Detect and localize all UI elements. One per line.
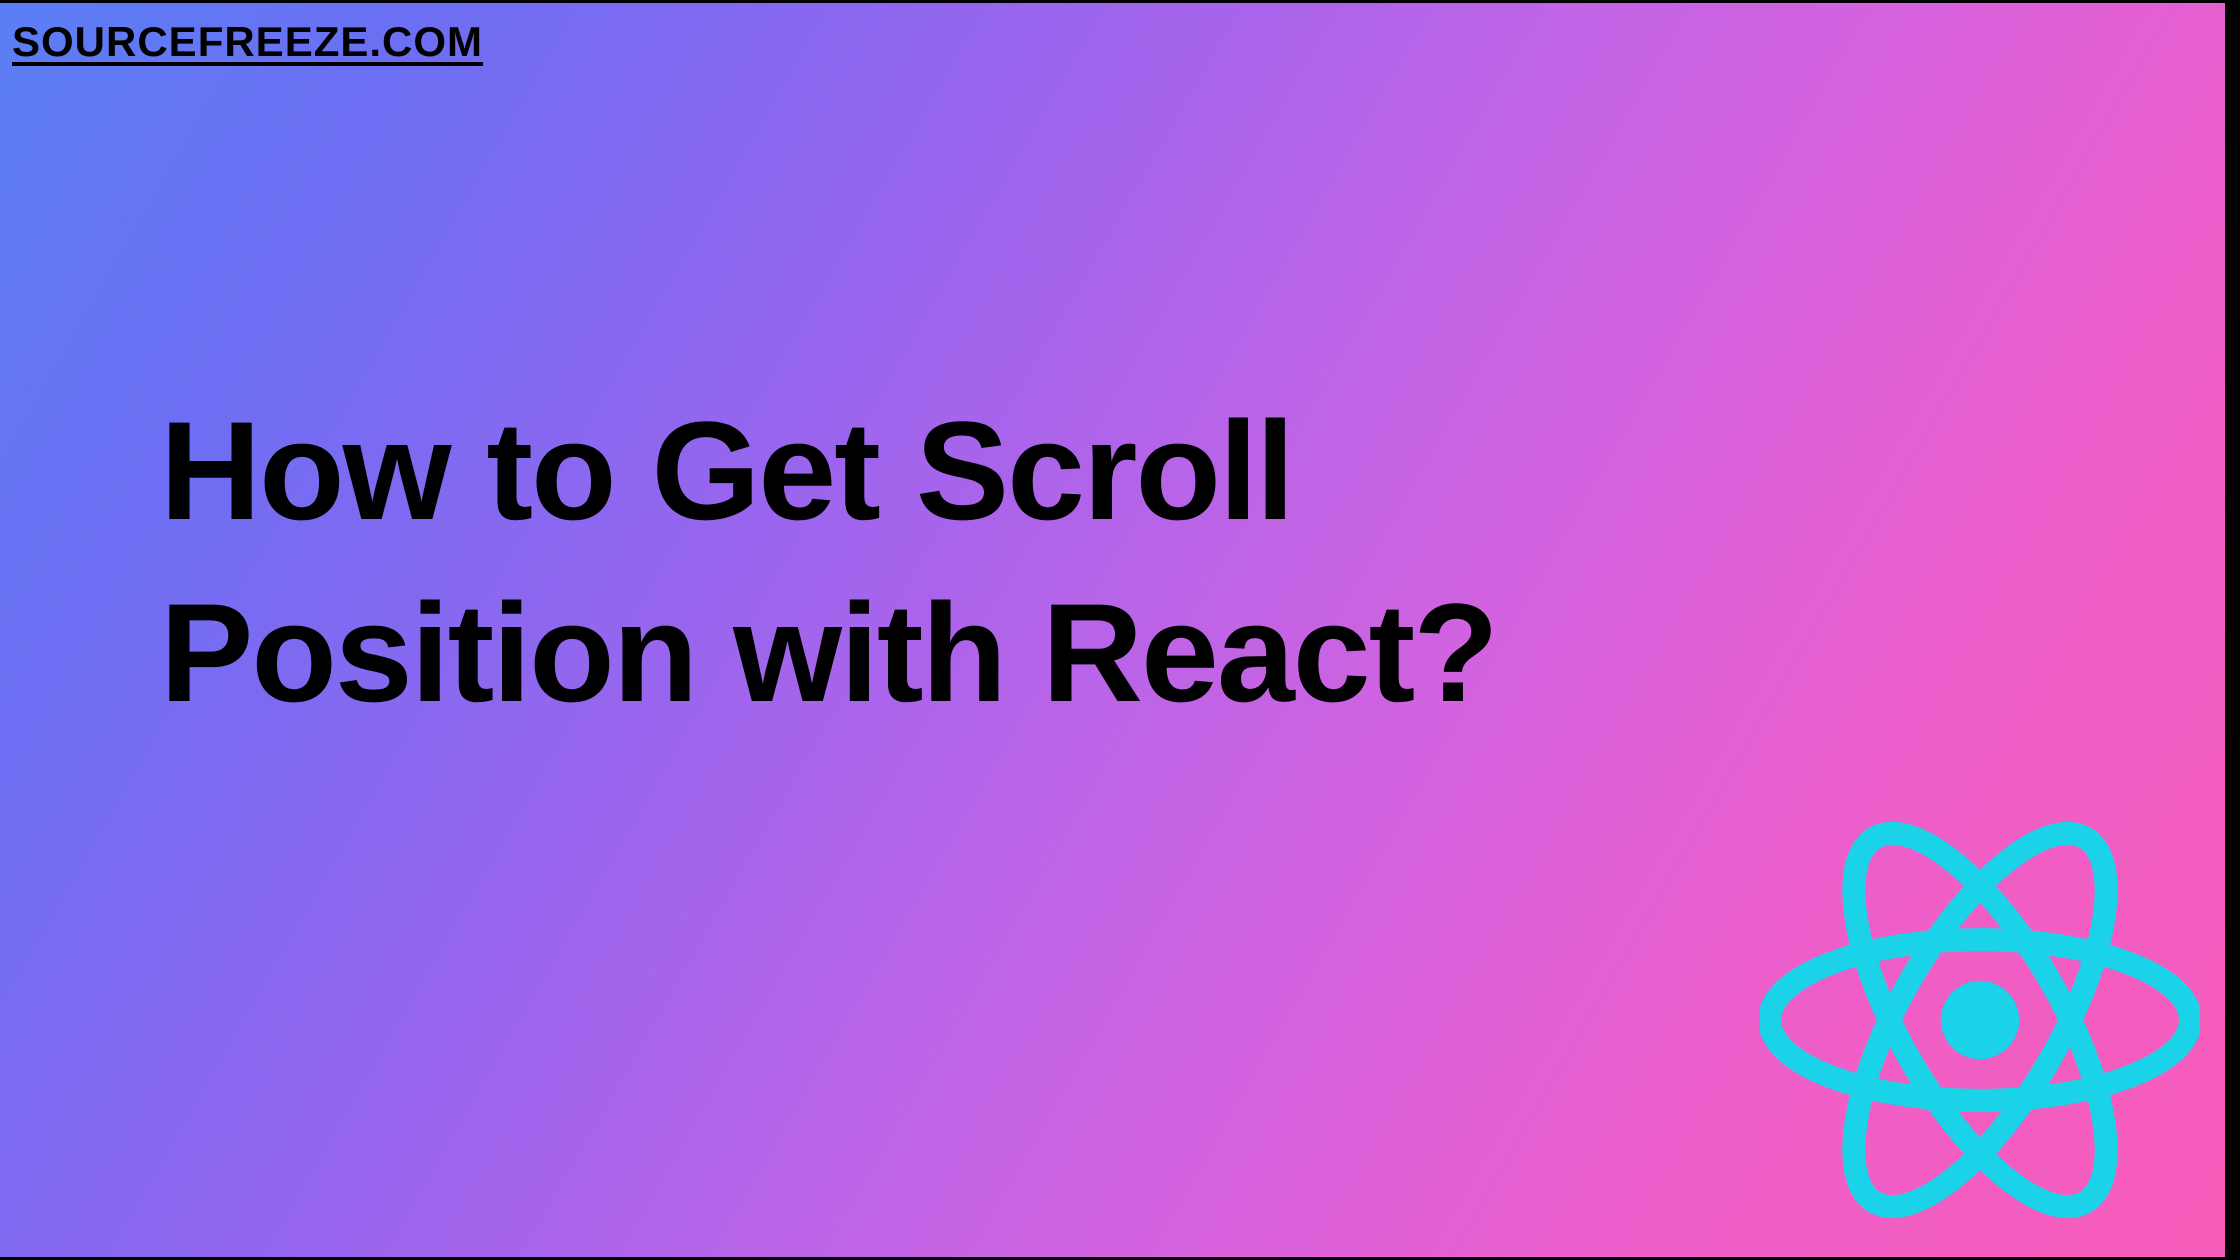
- article-title-line-1: How to Get Scroll: [160, 380, 1497, 562]
- article-banner: SOURCEFREEZE.COM How to Get Scroll Posit…: [0, 0, 2240, 1260]
- right-border: [2225, 0, 2240, 1260]
- title-container: How to Get Scroll Position with React?: [160, 380, 1497, 744]
- top-border: [0, 0, 2240, 3]
- react-icon: [1760, 800, 2200, 1240]
- article-title-line-2: Position with React?: [160, 562, 1497, 744]
- site-label: SOURCEFREEZE.COM: [12, 18, 483, 66]
